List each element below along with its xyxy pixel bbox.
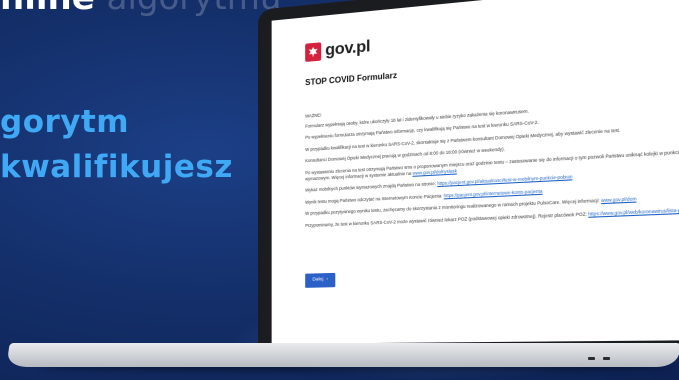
link-mobile-points[interactable]: https://pacjent.gov.pl/aktualnosci/test-… — [437, 174, 572, 186]
chevron-right-icon: › — [326, 277, 328, 283]
next-button[interactable]: Dalej › — [305, 272, 336, 288]
link-patient-account[interactable]: https://pacjent.gov.pl/internetowe-konto… — [444, 188, 543, 198]
background-top-faded-word: algorytmu — [107, 0, 282, 18]
laptop-base — [6, 343, 679, 367]
link-poz-list[interactable]: https://www.gov.pl/web/koronawirus/lista… — [588, 207, 679, 217]
paragraph-6-text: Wykaz mobilnych punktów wymazowych znajd… — [305, 181, 436, 193]
headline-line-1: gorytm — [0, 104, 130, 140]
headline-line-2: kwalifikujesz — [0, 149, 233, 185]
headline: gorytm kwalifikujesz — [0, 100, 233, 190]
background-top-word: nline — [0, 0, 95, 18]
laptop-screen: gov.pl STOP COVID Formularz WAŻNE! Formu… — [271, 0, 679, 344]
background-top-text: nline algorytmu — [0, 0, 281, 18]
logo-text: gov.pl — [325, 37, 371, 60]
next-button-label: Dalej — [312, 277, 324, 283]
link-dom[interactable]: www.gov.pl/dom — [601, 196, 636, 203]
laptop-lid: gov.pl STOP COVID Formularz WAŻNE! Formu… — [258, 0, 679, 350]
link-dolnyslask[interactable]: www.gov.pl/dolnyslask — [413, 168, 457, 176]
usb-port-icon — [603, 357, 610, 360]
paragraph-7-text: Wynik testu mogą Państwo odczytać na Int… — [305, 192, 443, 205]
usb-port-icon — [588, 357, 595, 360]
eagle-icon — [305, 42, 322, 62]
